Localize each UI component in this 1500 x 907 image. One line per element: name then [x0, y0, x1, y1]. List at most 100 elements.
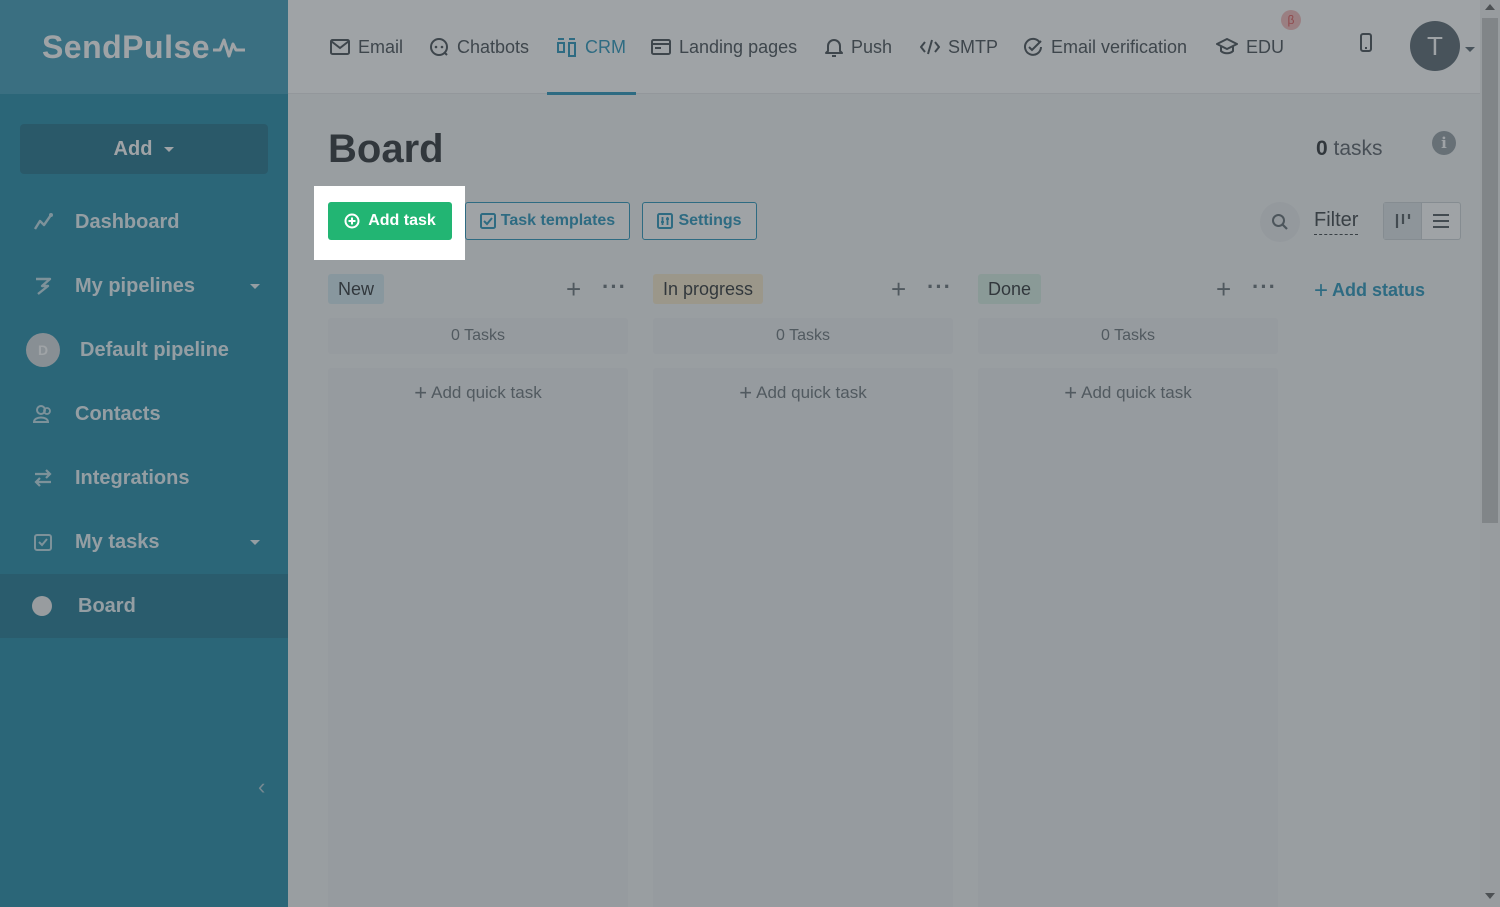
sidebar-item-label: My tasks: [75, 530, 160, 553]
user-menu-caret-icon[interactable]: [1465, 47, 1475, 52]
chat-icon: [430, 38, 448, 56]
contacts-icon: [30, 401, 56, 427]
sendpulse-logo[interactable]: SendPulse: [42, 29, 246, 66]
add-quick-task-button[interactable]: + Add quick task: [328, 380, 628, 406]
tab-edu[interactable]: EDU: [1216, 0, 1284, 94]
add-task-plus-icon[interactable]: +: [1216, 276, 1231, 302]
more-options-icon[interactable]: ···: [927, 274, 952, 300]
status-label[interactable]: Done: [978, 274, 1042, 304]
plus-icon: +: [1064, 380, 1078, 405]
sidebar-item-label: Board: [78, 594, 136, 617]
add-task-plus-icon[interactable]: +: [566, 276, 581, 302]
tab-label: SMTP: [948, 36, 999, 57]
user-avatar[interactable]: T: [1410, 21, 1460, 71]
crm-icon: [557, 38, 576, 57]
tasks-count: 0 tasks: [1316, 137, 1383, 161]
top-navigation: Email Chatbots CRM Landing pages Push SM…: [288, 0, 1480, 95]
plus-icon: +: [739, 380, 753, 405]
pipeline-avatar: D: [26, 333, 60, 367]
pipeline-icon: [30, 273, 56, 299]
arrows-icon: [30, 465, 56, 491]
bell-icon: [825, 39, 843, 57]
button-label: Task templates: [500, 212, 616, 229]
add-task-button[interactable]: Add task: [328, 202, 452, 240]
sidebar-item-label: Integrations: [75, 466, 190, 489]
checkbox-icon: [30, 529, 56, 555]
column-body: + Add quick task: [978, 368, 1278, 907]
sidebar-item-default-pipeline[interactable]: D Default pipeline: [0, 318, 288, 382]
column-body: + Add quick task: [653, 368, 953, 907]
tab-label: Chatbots: [457, 36, 530, 57]
tab-email[interactable]: Email: [330, 0, 403, 94]
tab-landing-pages[interactable]: Landing pages: [651, 0, 797, 94]
sidebar-item-my-pipelines[interactable]: My pipelines: [0, 254, 288, 318]
caret-down-icon: [164, 146, 175, 152]
sidebar-item-integrations[interactable]: Integrations: [0, 446, 288, 510]
plus-icon: +: [1314, 277, 1329, 304]
mobile-icon[interactable]: [1359, 33, 1373, 58]
add-task-plus-icon[interactable]: +: [891, 276, 906, 302]
search-button[interactable]: [1260, 202, 1300, 242]
list-icon: [1433, 214, 1449, 228]
plus-circle-icon: [344, 213, 360, 229]
column-header: New + ···: [328, 274, 628, 304]
tab-crm[interactable]: CRM: [547, 0, 636, 95]
status-label[interactable]: In progress: [653, 274, 764, 304]
logo-text: SendPulse: [41, 28, 211, 65]
more-options-icon[interactable]: ···: [602, 274, 627, 300]
landing-icon: [651, 39, 671, 55]
code-icon: [920, 39, 940, 55]
add-status-button[interactable]: + Add status: [1314, 277, 1425, 305]
tab-label: Email: [358, 36, 404, 57]
status-column-new: New + ··· 0 Tasks + Add quick task: [328, 274, 628, 907]
kanban-icon: [1395, 214, 1410, 228]
status-label[interactable]: New: [328, 274, 385, 304]
add-quick-task-button[interactable]: + Add quick task: [653, 380, 953, 406]
sidebar: SendPulse Add Dashboard My pipelines D D…: [0, 0, 288, 907]
sidebar-item-dashboard[interactable]: Dashboard: [0, 190, 288, 254]
tab-smtp[interactable]: SMTP: [920, 0, 998, 94]
filter-toggle[interactable]: Filter: [1314, 209, 1359, 235]
dot-icon: [32, 596, 52, 616]
column-header: In progress + ···: [653, 274, 953, 304]
column-body: + Add quick task: [328, 368, 628, 907]
sidebar-item-contacts[interactable]: Contacts: [0, 382, 288, 446]
sidebar-item-label: Default pipeline: [80, 338, 229, 361]
column-header: Done + ···: [978, 274, 1278, 304]
info-icon[interactable]: i: [1432, 131, 1456, 155]
status-column-done: Done + ··· 0 Tasks + Add quick task: [978, 274, 1278, 907]
more-options-icon[interactable]: ···: [1252, 274, 1277, 300]
scroll-up-arrow-icon[interactable]: [1485, 4, 1495, 10]
view-toggle: [1383, 202, 1461, 240]
task-templates-button[interactable]: Task templates: [465, 202, 630, 240]
tasks-count-label: tasks: [1333, 137, 1383, 160]
collapse-sidebar-icon[interactable]: ‹: [258, 774, 265, 800]
tab-email-verification[interactable]: Email verification: [1023, 0, 1187, 94]
sidebar-add-button[interactable]: Add: [20, 124, 268, 174]
settings-button[interactable]: Settings: [642, 202, 757, 240]
sidebar-item-my-tasks[interactable]: My tasks: [0, 510, 288, 574]
tab-label: Email verification: [1051, 36, 1188, 57]
sidebar-nav: Dashboard My pipelines D Default pipelin…: [0, 190, 288, 638]
search-icon: [1272, 214, 1288, 230]
scrollbar[interactable]: [1480, 0, 1500, 907]
tasks-count-bar: 0 Tasks: [978, 318, 1278, 354]
envelope-icon: [330, 39, 350, 55]
status-column-in-progress: In progress + ··· 0 Tasks + Add quick tas…: [653, 274, 953, 907]
list-view-button[interactable]: [1422, 203, 1460, 239]
check-circle-icon: [1024, 37, 1042, 56]
tab-chatbots[interactable]: Chatbots: [429, 0, 529, 94]
caret-down-icon[interactable]: [250, 540, 260, 545]
main-content: Board 0 tasks i Task templates Settings …: [288, 95, 1480, 907]
scroll-down-arrow-icon[interactable]: [1485, 893, 1495, 899]
board-view-button[interactable]: [1384, 203, 1422, 239]
add-quick-task-button[interactable]: + Add quick task: [978, 380, 1278, 406]
button-label: Settings: [678, 212, 742, 229]
quick-task-label: Add quick task: [756, 383, 867, 402]
quick-task-label: Add quick task: [1081, 383, 1192, 402]
caret-down-icon[interactable]: [250, 284, 260, 289]
plus-icon: +: [414, 380, 428, 405]
sidebar-item-board[interactable]: Board: [0, 574, 288, 638]
scrollbar-thumb[interactable]: [1482, 18, 1498, 523]
tab-push[interactable]: Push: [825, 0, 892, 94]
